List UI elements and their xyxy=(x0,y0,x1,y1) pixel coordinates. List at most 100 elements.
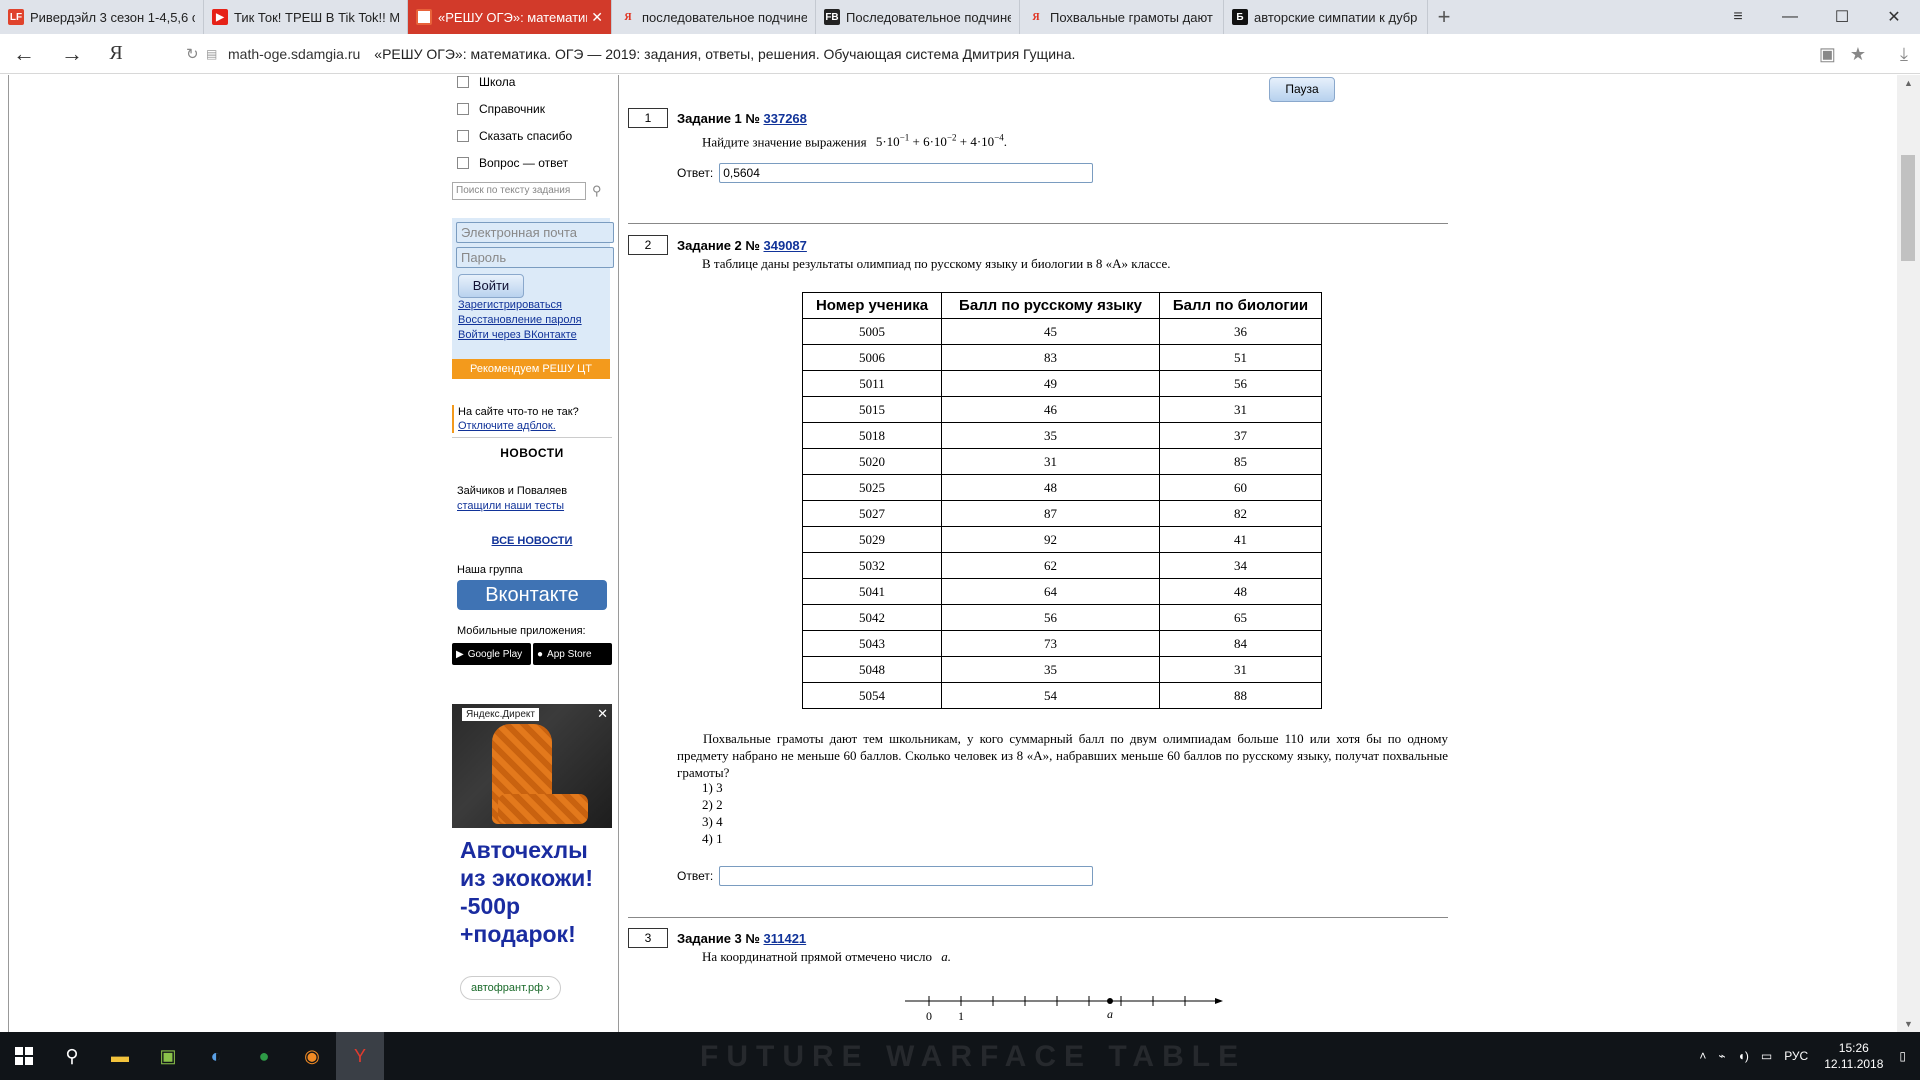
table-cell: 51 xyxy=(1159,344,1322,371)
tab-reshu-oge[interactable]: «РЕШУ ОГЭ»: математик ✕ xyxy=(408,0,612,34)
menu-icon[interactable]: ≡ xyxy=(1712,0,1764,34)
reshu-icon xyxy=(416,9,432,25)
sidebar-item-thanks[interactable]: Сказать спасибо xyxy=(452,122,572,149)
ad-block[interactable]: Яндекс.Директ ✕ Авточехлы из экокожи! -5… xyxy=(452,704,612,1032)
xbox-icon[interactable]: ● xyxy=(240,1032,288,1080)
bookmark-star-icon[interactable]: ★ xyxy=(1850,44,1866,65)
table-cell: 56 xyxy=(1159,370,1322,397)
task-id-link[interactable]: 349087 xyxy=(764,238,807,253)
task-paragraph: Похвальные грамоты дают тем школьникам, … xyxy=(677,730,1448,781)
answer-input[interactable]: 0,5604 xyxy=(719,163,1094,183)
all-news-link[interactable]: ВСЕ НОВОСТИ xyxy=(452,535,612,547)
login-box: Электронная почта Пароль Войти Зарегистр… xyxy=(452,218,614,361)
task-text: На координатной прямой отмечено число a. xyxy=(702,949,951,965)
photos-icon[interactable]: ◐ xyxy=(192,1032,240,1080)
back-arrow-icon[interactable]: ← xyxy=(0,34,48,74)
tick-label-1: 1 xyxy=(958,1009,964,1023)
table-row: 5015 46 31 xyxy=(802,396,1322,423)
search-icon[interactable]: ⚲ xyxy=(48,1032,96,1080)
address-bar[interactable]: ↻ ▤ math-oge.sdamgia.ru «РЕШУ ОГЭ»: мате… xyxy=(186,38,1846,70)
forward-arrow-icon[interactable]: → xyxy=(48,34,96,74)
task-id-link[interactable]: 337268 xyxy=(764,111,807,126)
news-link[interactable]: стащили наши тесты xyxy=(457,500,564,512)
option-1: 1) 3 xyxy=(702,780,723,795)
scroll-down-icon[interactable]: ▼ xyxy=(1897,1019,1920,1029)
app-store-badge[interactable]: ● App Store xyxy=(533,643,612,665)
login-button[interactable]: Войти xyxy=(458,274,524,298)
start-button[interactable] xyxy=(0,1032,48,1080)
answer-input[interactable] xyxy=(719,866,1094,886)
yandex-browser-icon[interactable]: Y xyxy=(336,1032,384,1080)
scroll-up-icon[interactable]: ▲ xyxy=(1897,78,1920,88)
maximize-icon[interactable]: ☐ xyxy=(1816,0,1868,34)
email-field[interactable]: Электронная почта xyxy=(456,222,614,243)
volume-icon[interactable]: ◖) xyxy=(1738,1049,1749,1063)
google-play-badge[interactable]: ▶ Google Play xyxy=(452,643,531,665)
table-row: 5025 48 60 xyxy=(802,474,1322,501)
task-text-content: Найдите значение выражения xyxy=(702,134,867,150)
scrollbar-thumb[interactable] xyxy=(1901,155,1915,261)
task-id-link[interactable]: 311421 xyxy=(764,931,807,946)
site-info-icon[interactable]: ▤ xyxy=(206,47,228,61)
vk-login-link[interactable]: Войти через ВКонтакте xyxy=(458,328,604,343)
pause-button[interactable]: Пауза xyxy=(1269,77,1335,102)
table-row: 5006 83 51 xyxy=(802,344,1322,371)
task-search: Поиск по тексту задания ⚲ xyxy=(452,181,612,201)
sidebar-item-qa[interactable]: Вопрос — ответ xyxy=(452,149,572,176)
network-icon[interactable]: ⌁ xyxy=(1718,1049,1725,1063)
app-store-label: App Store xyxy=(547,648,592,660)
sidebar-item-school[interactable]: Школа xyxy=(452,75,572,95)
yandex-home-icon[interactable]: Я xyxy=(96,42,136,65)
reshu-ct-banner[interactable]: Рекомендуем РЕШУ ЦТ xyxy=(452,359,610,379)
search-input[interactable]: Поиск по тексту задания xyxy=(452,182,586,200)
app-icon[interactable]: ▣ xyxy=(144,1032,192,1080)
table-header-row: Номер ученика Балл по русскому языку Бал… xyxy=(802,292,1322,319)
restore-password-link[interactable]: Восстановление пароля xyxy=(458,313,604,328)
new-tab-button[interactable]: + xyxy=(1428,0,1460,34)
answer-row: Ответ: 0,5604 xyxy=(677,163,1094,183)
chevron-up-icon[interactable]: ˄ xyxy=(1699,1049,1706,1063)
tab-riverdale[interactable]: LF Ривердэйл 3 сезон 1-4,5,6 с xyxy=(0,0,204,34)
adblock-link[interactable]: Отключите адблок. xyxy=(458,420,556,432)
close-window-icon[interactable]: ✕ xyxy=(1868,0,1920,34)
search-icon[interactable]: ⚲ xyxy=(592,183,602,199)
language-indicator[interactable]: РУС xyxy=(1784,1049,1808,1063)
tab-fb[interactable]: FB Последовательное подчине xyxy=(816,0,1020,34)
tab-label: Тик Ток! ТРЕШ В Tik Tok!! М xyxy=(234,9,399,25)
divider xyxy=(452,437,612,438)
notifications-icon[interactable]: ▯ xyxy=(1899,1049,1906,1063)
clock[interactable]: 15:26 12.11.2018 xyxy=(1824,1040,1883,1072)
ad-link[interactable]: автофрант.рф › xyxy=(460,976,561,1000)
download-icon[interactable]: ⤓ xyxy=(1900,44,1908,65)
register-link[interactable]: Зарегистрироваться xyxy=(458,298,604,313)
page-scrollbar[interactable]: ▲ ▼ xyxy=(1897,75,1920,1032)
scores-table: Номер ученика Балл по русскому языку Бал… xyxy=(802,292,1322,709)
firefox-icon[interactable]: ◉ xyxy=(288,1032,336,1080)
date: 12.11.2018 xyxy=(1824,1057,1884,1071)
close-icon[interactable]: ✕ xyxy=(597,706,608,722)
table-cell: 31 xyxy=(1159,656,1322,683)
sidebar-item-reference[interactable]: Справочник xyxy=(452,95,572,122)
table-row: 5020 31 85 xyxy=(802,448,1322,475)
task-text-content: На координатной прямой отмечено число xyxy=(702,949,933,964)
protect-icon[interactable]: ▣ xyxy=(1819,44,1836,65)
reload-icon[interactable]: ↻ xyxy=(186,45,206,63)
minimize-icon[interactable]: — xyxy=(1764,0,1816,34)
mobile-apps-label: Мобильные приложения: xyxy=(457,625,586,637)
table-cell: 36 xyxy=(1159,318,1322,345)
tab-yandex-search-2[interactable]: Я Похвальные грамоты дают xyxy=(1020,0,1224,34)
file-explorer-icon[interactable]: ▬ xyxy=(96,1032,144,1080)
ad-tag: Яндекс.Директ xyxy=(462,708,539,721)
close-tab-icon[interactable]: ✕ xyxy=(591,9,603,26)
password-field[interactable]: Пароль xyxy=(456,247,614,268)
vk-button[interactable]: Вконтакте xyxy=(457,580,607,610)
tab-yandex-search-1[interactable]: Я последовательное подчине xyxy=(612,0,816,34)
tab-b[interactable]: Б авторские симпатии к дубр xyxy=(1224,0,1428,34)
tab-tiktok[interactable]: ▶ Тик Ток! ТРЕШ В Tik Tok!! М xyxy=(204,0,408,34)
apple-icon: ● xyxy=(537,648,544,660)
message-icon[interactable]: ▭ xyxy=(1761,1049,1772,1063)
tab-label: Похвальные грамоты дают xyxy=(1050,9,1213,25)
checkbox-icon xyxy=(457,156,469,169)
table-row: 5043 73 84 xyxy=(802,630,1322,657)
table-cell: 5041 xyxy=(802,578,942,605)
